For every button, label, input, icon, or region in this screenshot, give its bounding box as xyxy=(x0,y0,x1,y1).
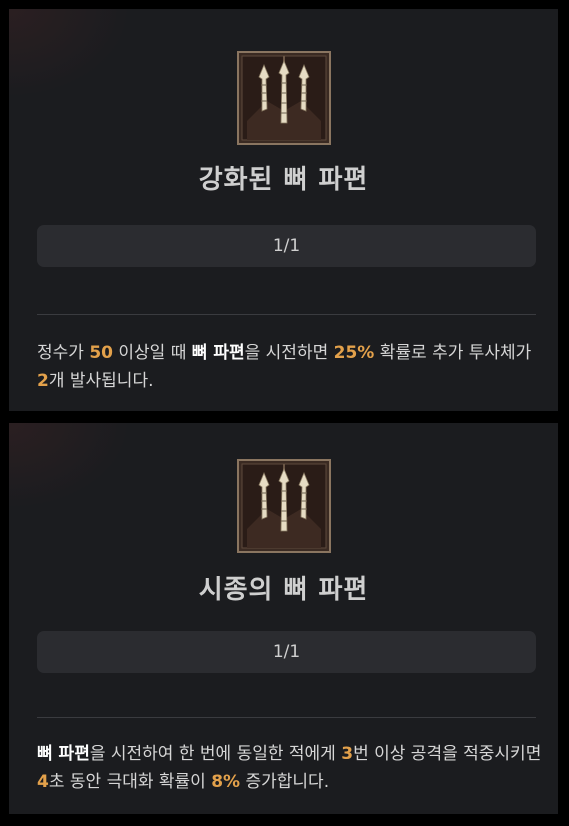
item-title: 시종의 뼈 파편 xyxy=(198,575,369,605)
description-text: 을 시전하여 한 번에 동일한 적에게 xyxy=(89,744,342,764)
skill-keyword: 뼈 파편 xyxy=(191,343,245,363)
stack-count-bar: 1/1 xyxy=(37,631,536,673)
highlight-value: 3 xyxy=(341,744,354,764)
description-text: 증가합니다. xyxy=(240,772,330,792)
description-text: 초 동안 극대화 확률이 xyxy=(48,772,212,792)
highlight-value: 4 xyxy=(37,772,49,792)
description-text: 이상일 때 xyxy=(113,343,192,363)
bone-shards-icon xyxy=(236,459,331,553)
highlight-value: 8% xyxy=(211,772,241,792)
description-text: 확률로 추가 투사체가 xyxy=(374,343,532,363)
tooltip-frame-1: 강화된 뼈 파편 1/1 정수가 50 이상일 때 뼈 파편을 시전하면 25%… xyxy=(0,0,569,414)
divider xyxy=(37,314,536,315)
highlight-value: 2 xyxy=(37,371,49,391)
tooltip-card-1: 강화된 뼈 파편 1/1 정수가 50 이상일 때 뼈 파편을 시전하면 25%… xyxy=(9,9,558,411)
item-title: 강화된 뼈 파편 xyxy=(198,165,369,195)
bone-shards-icon xyxy=(236,51,331,145)
description-text: 번 이상 공격을 적중시키면 xyxy=(353,744,542,764)
divider xyxy=(37,717,536,718)
tooltip-card-2: 시종의 뼈 파편 1/1 뼈 파편을 시전하여 한 번에 동일한 적에게 3번 … xyxy=(9,423,558,814)
highlight-value: 50 xyxy=(89,343,113,363)
item-description: 뼈 파편을 시전하여 한 번에 동일한 적에게 3번 이상 공격을 적중시키면 … xyxy=(37,740,542,796)
tooltip-frame-2: 시종의 뼈 파편 1/1 뼈 파편을 시전하여 한 번에 동일한 적에게 3번 … xyxy=(0,414,569,826)
description-text: 개 발사됩니다. xyxy=(48,371,154,391)
item-description: 정수가 50 이상일 때 뼈 파편을 시전하면 25% 확률로 추가 투사체가 … xyxy=(37,339,542,395)
stack-count-bar: 1/1 xyxy=(37,225,536,267)
description-text: 정수가 xyxy=(37,343,90,363)
highlight-value: 25% xyxy=(333,343,375,363)
skill-keyword: 뼈 파편 xyxy=(37,744,90,764)
description-text: 을 시전하면 xyxy=(244,343,334,363)
